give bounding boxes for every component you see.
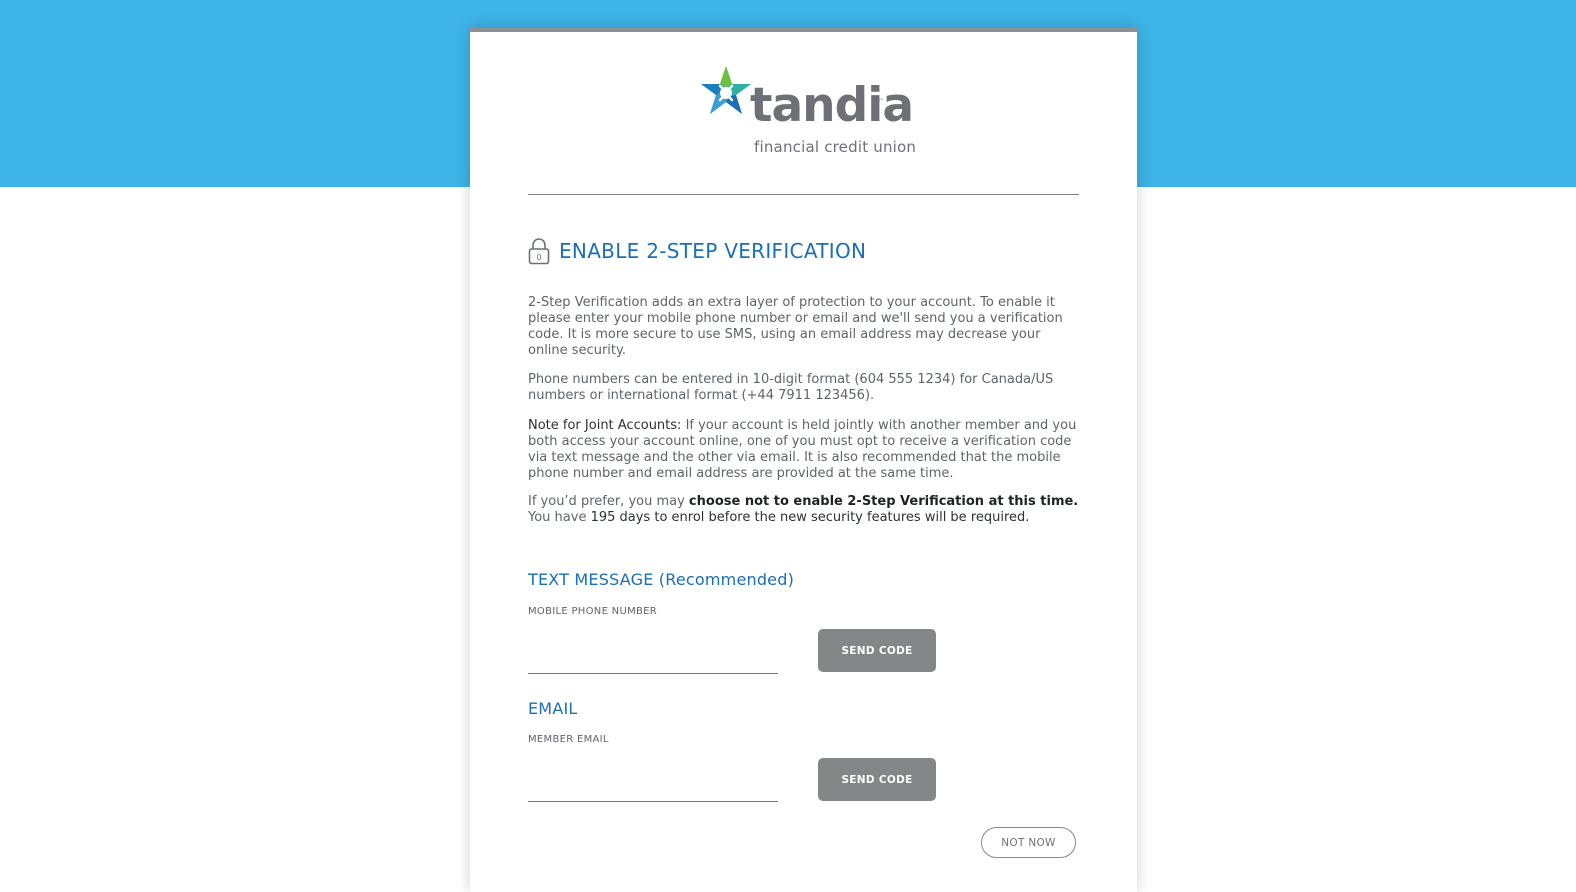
member-email-label: MEMBER EMAIL [528,734,609,745]
opt-out-paragraph: If you’d prefer, you may choose not to e… [528,494,1080,526]
send-sms-code-button[interactable]: SEND CODE [818,629,936,672]
star-hands-icon [701,66,751,114]
phone-format-paragraph: Phone numbers can be entered in 10-digit… [528,372,1054,403]
page-title: ENABLE 2-STEP VERIFICATION [559,239,867,263]
trademark-symbol: ™ [878,98,884,105]
member-email-input[interactable] [528,773,778,802]
lock-icon: 0 [528,238,550,265]
opt-out-prefix: If you’d prefer, you may [528,494,689,509]
sms-section-title: TEXT MESSAGE (Recommended) [528,570,795,589]
svg-text:0: 0 [536,253,541,262]
email-section-title: EMAIL [528,699,578,718]
page-heading: 0 ENABLE 2-STEP VERIFICATION [528,237,866,265]
joint-accounts-paragraph: Note for Joint Accounts: If your account… [528,418,1080,482]
verification-card: tandia ™ financial credit union 0 ENABLE… [470,28,1137,892]
opt-out-deadline: 195 days to enrol before the new securit… [590,510,1030,525]
logo-wordmark: tandia [750,78,914,133]
intro-paragraph: 2-Step Verification adds an extra layer … [528,295,1063,358]
joint-accounts-label: Note for Joint Accounts: [528,418,682,433]
mobile-phone-input[interactable] [528,645,778,674]
not-now-button[interactable]: NOT NOW [981,827,1076,858]
opt-out-mid: You have [528,510,591,525]
tandia-logo: tandia ™ financial credit union [698,64,918,160]
logo-tagline: financial credit union [754,138,917,156]
opt-out-link[interactable]: choose not to enable 2-Step Verification… [689,494,1078,509]
instructions: 2-Step Verification adds an extra layer … [528,295,1080,526]
header-divider [528,194,1079,195]
mobile-phone-label: MOBILE PHONE NUMBER [528,606,658,617]
send-email-code-button[interactable]: SEND CODE [818,758,936,801]
